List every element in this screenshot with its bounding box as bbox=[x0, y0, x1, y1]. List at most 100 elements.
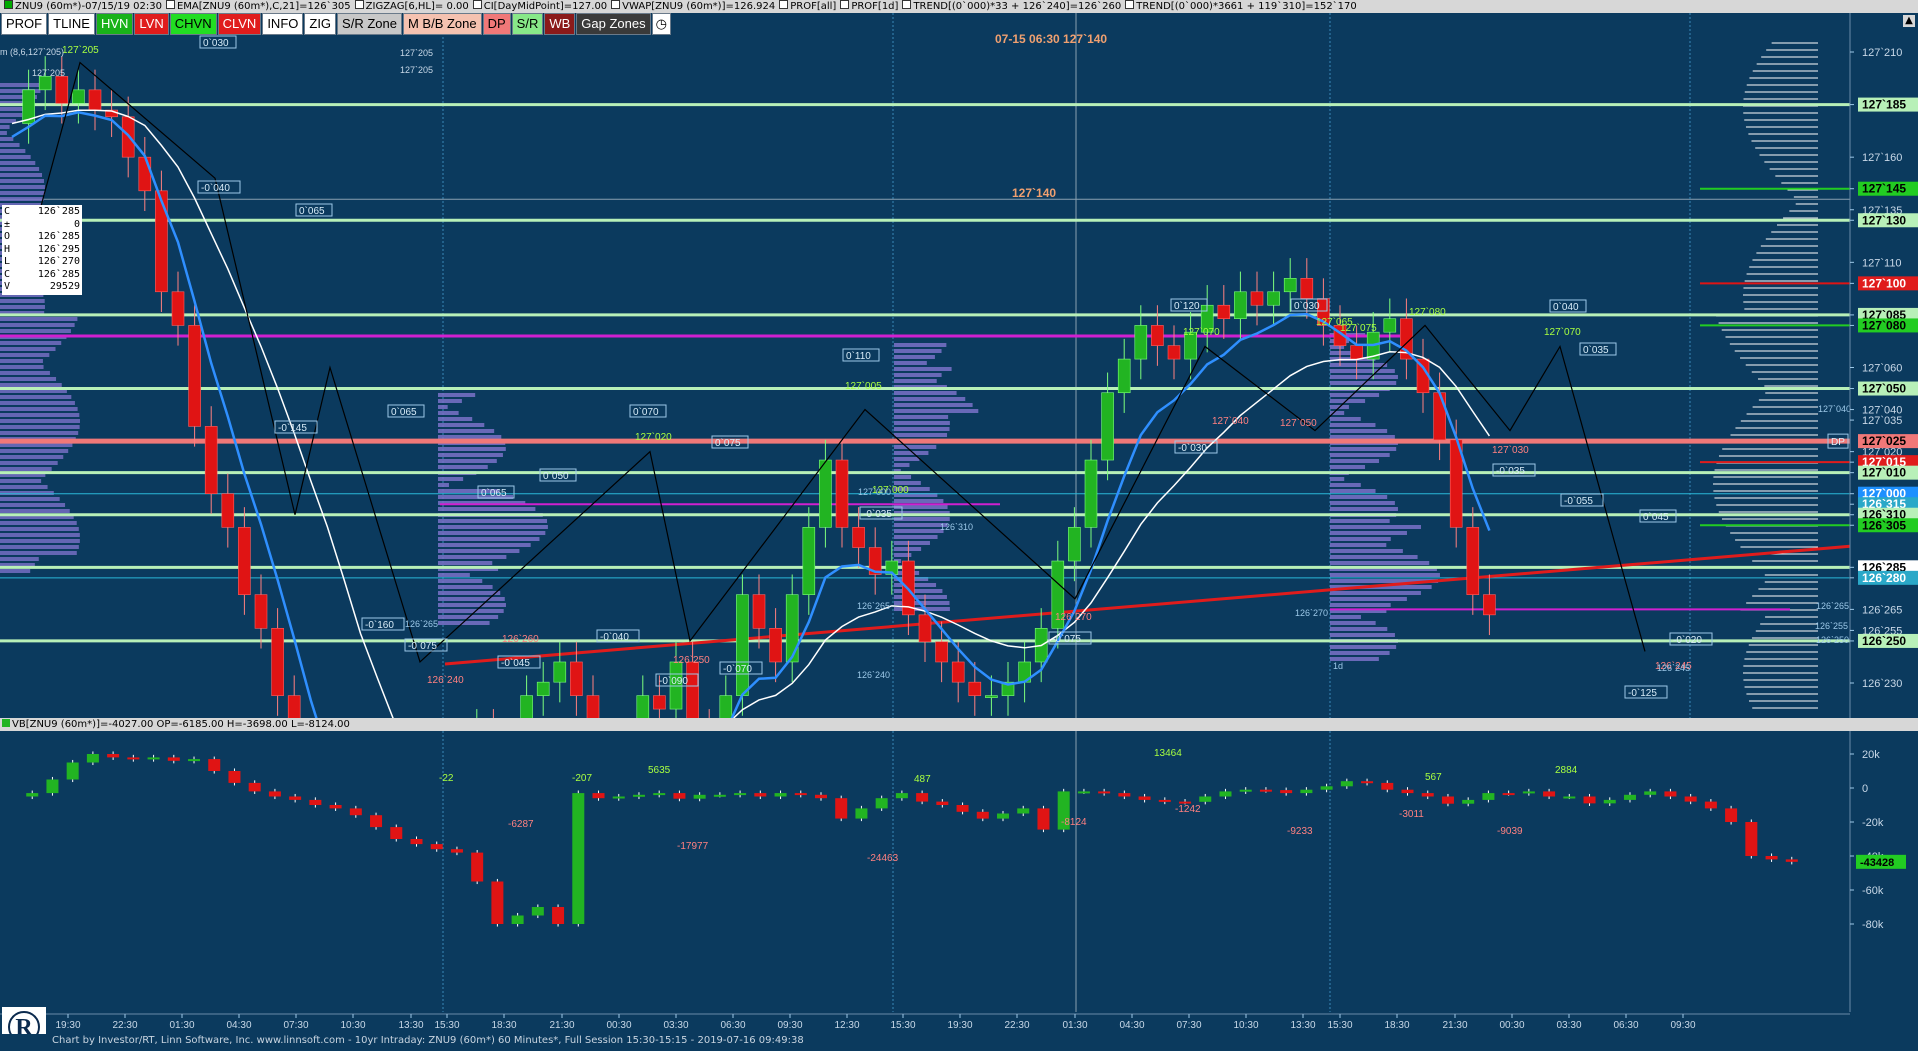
candle-body bbox=[918, 614, 932, 643]
profile-bar bbox=[894, 355, 935, 359]
series-toggle-icon[interactable] bbox=[354, 0, 364, 9]
profile-bar bbox=[0, 455, 64, 459]
ohlc-key: C bbox=[4, 268, 11, 280]
time-tick-label: 15:30 bbox=[1327, 1020, 1352, 1031]
profile-bar bbox=[894, 583, 937, 587]
level-label-text: 0`075 bbox=[715, 437, 741, 449]
vb-body bbox=[552, 907, 565, 924]
price-badge-label: 127`050 bbox=[1862, 382, 1906, 396]
profile-bar bbox=[438, 411, 459, 415]
profile-bar bbox=[0, 173, 43, 177]
profile-bar bbox=[1330, 375, 1398, 379]
vb-body bbox=[1239, 789, 1252, 792]
candle-body bbox=[1101, 392, 1114, 461]
toolbar-button-m-b-b-zone[interactable]: M B/B Zone bbox=[402, 13, 482, 35]
ohlc-key: H bbox=[4, 243, 11, 255]
series-toggle-icon[interactable] bbox=[1125, 0, 1135, 9]
profile-bar bbox=[1330, 645, 1397, 649]
candle-body bbox=[238, 527, 251, 595]
price-chart-panel[interactable]: 07-15 06:30 127`140 127`140 0`030 -0`040 0`0… bbox=[0, 13, 1918, 718]
ohlc-key: V bbox=[4, 281, 11, 292]
profile-bar bbox=[1330, 489, 1376, 493]
toolbar-button-lvn[interactable]: LVN bbox=[134, 13, 169, 35]
ohlc-value: 126`285 bbox=[37, 206, 80, 217]
vb-body bbox=[147, 757, 160, 760]
vb-body bbox=[289, 796, 302, 800]
toolbar-button-s-r-zone[interactable]: S/R Zone bbox=[337, 13, 402, 35]
profile-bar bbox=[1330, 615, 1361, 619]
candle-body bbox=[1151, 325, 1164, 346]
series-toggle-icon[interactable] bbox=[840, 0, 850, 9]
toolbar-button-gap-zones[interactable]: Gap Zones bbox=[576, 13, 651, 35]
price-tick-label: 127`210 bbox=[1862, 47, 1902, 59]
series-toggle-icon[interactable] bbox=[779, 0, 789, 9]
swing-high-label: 127`065 bbox=[1316, 316, 1353, 328]
vb-body bbox=[653, 793, 666, 796]
toolbar-button-dp[interactable]: DP bbox=[482, 13, 511, 35]
ohlc-row: C 126`285 bbox=[4, 269, 80, 282]
time-tick-label: 03:30 bbox=[663, 1020, 688, 1031]
swing-low-label: 127`030 bbox=[1492, 444, 1529, 456]
candle-body bbox=[636, 695, 650, 718]
vb-body bbox=[1563, 796, 1576, 799]
toolbar-button-wb[interactable]: WB bbox=[544, 13, 576, 35]
profile-bar bbox=[1330, 423, 1376, 427]
profile-bar bbox=[0, 551, 77, 555]
vb-body bbox=[450, 849, 463, 853]
profile-bar bbox=[0, 137, 14, 141]
info-label: 126`310 bbox=[940, 522, 973, 532]
candle-body bbox=[1250, 291, 1264, 306]
toolbar-button-prof[interactable]: PROF bbox=[1, 13, 48, 35]
ohlc-row: L 126`270 bbox=[4, 256, 80, 269]
series-toggle-icon[interactable] bbox=[902, 0, 912, 9]
price-chart-canvas[interactable]: 07-15 06:30 127`140 127`140 0`030 -0`040 0`0… bbox=[0, 13, 1918, 718]
series-toggle-icon[interactable] bbox=[611, 0, 621, 9]
vb-body bbox=[835, 798, 848, 819]
time-tick-label: 03:30 bbox=[1556, 1020, 1581, 1031]
profile-bar bbox=[1330, 447, 1397, 451]
toolbar-button-clvn[interactable]: CLVN bbox=[217, 13, 262, 35]
profile-bar bbox=[438, 543, 531, 547]
time-tick-label: 13:30 bbox=[398, 1020, 423, 1031]
maximize-panel-icon[interactable]: ▲ bbox=[1903, 15, 1915, 27]
profile-bar bbox=[894, 433, 948, 437]
lower-tick-label: -80k bbox=[1862, 919, 1884, 931]
volume-breakdown-panel[interactable]: 20k0-20k-40k-60k-80k-43428-22-2075635487… bbox=[0, 731, 1918, 1012]
toolbar-button-chvn[interactable]: CHVN bbox=[169, 13, 217, 35]
vb-high-label: 567 bbox=[1425, 772, 1442, 783]
profile-bar bbox=[438, 561, 493, 565]
series-toggle-icon[interactable] bbox=[472, 0, 482, 9]
lower-background bbox=[0, 731, 1918, 1012]
profile-bar bbox=[0, 407, 78, 411]
series-toggle-icon[interactable] bbox=[165, 0, 175, 9]
candle-body bbox=[1068, 527, 1081, 562]
profile-bar bbox=[0, 191, 45, 195]
series-toggle-icon[interactable] bbox=[4, 0, 13, 9]
toolbar-button-s-r[interactable]: S/R bbox=[511, 13, 544, 35]
vb-body bbox=[430, 844, 443, 850]
title-segment: PROF[1d] bbox=[851, 1, 899, 12]
ohlc-value: 29529 bbox=[49, 281, 80, 292]
volume-breakdown-canvas[interactable]: 20k0-20k-40k-60k-80k-43428-22-2075635487… bbox=[0, 731, 1918, 1012]
vb-high-label: 5635 bbox=[648, 765, 671, 776]
candle-body bbox=[1466, 527, 1480, 595]
toolbar-button-tline[interactable]: TLINE bbox=[48, 13, 95, 35]
toolbar-button-zig[interactable]: ZIG bbox=[304, 13, 337, 35]
level-label-text: 0`030 bbox=[203, 37, 229, 49]
profile-bar bbox=[0, 317, 78, 321]
time-axis[interactable]: 19:30 22:30 01:30 04:30 07:30 10:30 13:30 15:30… bbox=[0, 1012, 1918, 1034]
profile-bar bbox=[894, 457, 920, 461]
candle-body bbox=[769, 628, 782, 663]
profile-bar bbox=[0, 305, 45, 309]
profile-bar bbox=[0, 185, 45, 189]
profile-bar bbox=[894, 535, 938, 539]
vb-body bbox=[632, 794, 645, 797]
candle-body bbox=[1234, 291, 1247, 320]
profile-bar bbox=[0, 485, 48, 489]
clock-icon[interactable]: ◷ bbox=[651, 13, 671, 35]
ohlc-key: C bbox=[4, 206, 11, 217]
toolbar-button-hvn[interactable]: HVN bbox=[95, 13, 134, 35]
toolbar-button-info[interactable]: INFO bbox=[262, 13, 304, 35]
ohlc-key: O bbox=[4, 231, 11, 242]
time-tick-label: 01:30 bbox=[1062, 1020, 1087, 1031]
